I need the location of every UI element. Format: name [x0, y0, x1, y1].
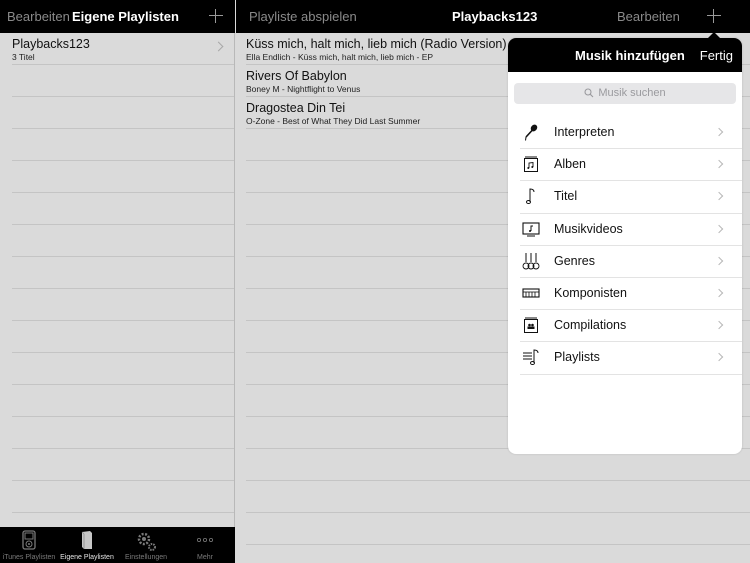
song-title: Dragostea Din Tei — [246, 101, 346, 115]
chevron-right-icon — [714, 256, 724, 265]
empty-row — [12, 65, 234, 97]
music-search-input[interactable]: Musik suchen — [514, 83, 736, 104]
tab-label: iTunes Playlisten — [2, 554, 56, 561]
chevron-right-icon — [714, 127, 724, 137]
empty-row — [12, 417, 234, 449]
add-music-plus-icon[interactable] — [707, 9, 721, 23]
song-subtitle: O-Zone - Best of What They Did Last Summ… — [246, 116, 421, 126]
add-playlist-plus-icon[interactable] — [209, 9, 223, 23]
empty-row — [12, 289, 234, 321]
song-title: Rivers Of Babylon — [246, 69, 347, 83]
category-label: Musikvideos — [554, 221, 623, 236]
category-label: Alben — [554, 157, 586, 172]
chevron-right-icon — [714, 353, 724, 362]
playlist-list: Playbacks123 3 Titel — [0, 33, 234, 527]
category-genres[interactable]: Genres — [520, 246, 742, 278]
tab-einstellungen[interactable]: Einstellungen — [117, 527, 175, 563]
music-video-icon — [522, 222, 540, 237]
empty-row — [12, 321, 234, 353]
play-playlist-button[interactable]: Playliste abspielen — [249, 9, 357, 24]
category-label: Titel — [554, 189, 578, 204]
empty-row — [12, 225, 234, 257]
playlist-detail-title: Playbacks123 — [452, 9, 538, 24]
album-icon — [524, 156, 538, 173]
category-komponisten[interactable]: Komponisten — [520, 278, 742, 311]
tab-label: Mehr — [197, 554, 213, 561]
song-subtitle: Ella Endlich - Küss mich, halt mich, lie… — [246, 52, 434, 62]
empty-row — [12, 385, 234, 417]
tab-label: Einstellungen — [124, 554, 168, 561]
category-titel[interactable]: Titel — [520, 181, 742, 214]
tab-bar: iTunes Playlisten Eigene Playlisten Eins… — [0, 527, 235, 563]
search-placeholder: Musik suchen — [598, 87, 666, 99]
category-compilations[interactable]: Compilations — [520, 310, 742, 343]
song-subtitle: Boney M - Nightflight to Venus — [246, 84, 361, 94]
search-icon — [584, 88, 594, 98]
tab-itunes-playlists[interactable]: iTunes Playlisten — [0, 527, 58, 563]
add-music-popover: Musik hinzufügen Fertig Musik suchen Int… — [508, 38, 742, 454]
chevron-right-icon — [213, 41, 224, 52]
tab-label: Eigene Playlisten — [60, 554, 114, 561]
empty-row — [12, 449, 234, 481]
empty-row — [12, 161, 234, 193]
chevron-right-icon — [714, 320, 724, 330]
chevron-right-icon — [714, 192, 724, 201]
category-label: Playlists — [554, 350, 600, 365]
chevron-right-icon — [714, 159, 724, 169]
empty-row — [12, 353, 234, 385]
ipod-icon — [22, 530, 36, 550]
book-icon — [81, 531, 92, 549]
category-label: Genres — [554, 253, 595, 268]
gears-icon — [137, 532, 156, 551]
popover-title: Musik hinzufügen — [575, 48, 685, 63]
tab-eigene-playlisten[interactable]: Eigene Playlisten — [58, 527, 116, 563]
left-navbar: Bearbeiten Eigene Playlisten — [0, 0, 235, 33]
music-category-list: Interpreten Alben Titel Musikvideos Genr… — [520, 117, 742, 375]
category-label: Interpreten — [554, 125, 615, 139]
microphone-icon — [525, 124, 538, 141]
popover-header: Musik hinzufügen Fertig — [508, 38, 742, 72]
category-alben[interactable]: Alben — [520, 149, 742, 182]
empty-row — [12, 257, 234, 289]
chevron-right-icon — [714, 288, 724, 298]
tab-mehr[interactable]: Mehr — [176, 527, 234, 563]
empty-row — [12, 129, 234, 161]
done-button[interactable]: Fertig — [700, 48, 733, 63]
compilation-icon — [524, 317, 538, 334]
more-dots-icon — [197, 537, 213, 542]
playlist-title: Playbacks123 — [12, 37, 90, 51]
empty-row — [246, 481, 750, 513]
guitars-icon — [522, 252, 540, 270]
category-musikvideos[interactable]: Musikvideos — [520, 214, 742, 246]
edit-songs-button[interactable]: Bearbeiten — [617, 9, 680, 24]
left-pane-title: Eigene Playlisten — [72, 9, 179, 24]
category-label: Komponisten — [554, 285, 627, 300]
keyboard-icon — [522, 288, 540, 298]
empty-row — [246, 513, 750, 545]
category-interpreten[interactable]: Interpreten — [520, 117, 742, 150]
category-label: Compilations — [554, 318, 627, 333]
song-title: Küss mich, halt mich, lieb mich (Radio V… — [246, 37, 507, 51]
playlist-icon — [523, 349, 539, 366]
empty-row — [12, 97, 234, 129]
playlist-count: 3 Titel — [12, 52, 35, 62]
category-playlists[interactable]: Playlists — [520, 342, 742, 375]
empty-row — [12, 481, 234, 513]
app-root: Bearbeiten Eigene Playlisten Playbacks12… — [0, 0, 750, 563]
playlists-pane: Bearbeiten Eigene Playlisten Playbacks12… — [0, 0, 235, 563]
music-note-icon — [526, 188, 535, 205]
chevron-right-icon — [714, 224, 724, 233]
playlist-row[interactable]: Playbacks123 3 Titel — [12, 33, 234, 65]
edit-playlists-button[interactable]: Bearbeiten — [7, 9, 70, 24]
right-navbar: Playliste abspielen Playbacks123 Bearbei… — [236, 0, 750, 33]
empty-row — [12, 193, 234, 225]
